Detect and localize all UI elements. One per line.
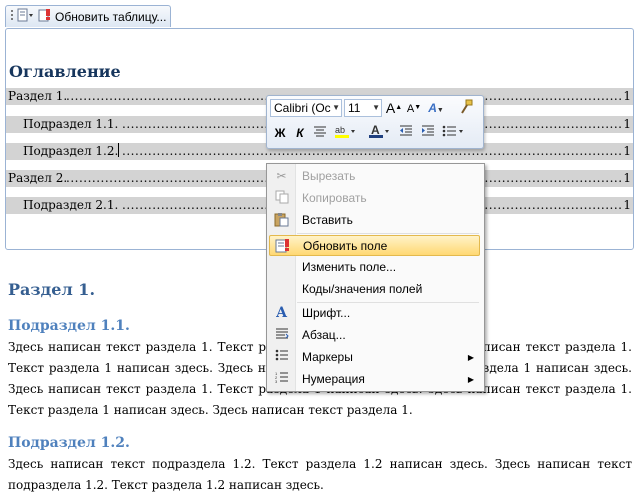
svg-text:A: A: [371, 123, 380, 137]
heading-section-1: Раздел 1.: [8, 280, 96, 299]
chevron-down-icon[interactable]: ▼: [372, 100, 380, 116]
mini-toolbar: Calibri (Ос ▼ 11 ▼ A▲ A▼ A▼ Ж К ab A: [266, 95, 484, 149]
menu-item-edit-field[interactable]: Изменить поле...: [269, 257, 480, 278]
toc-title: Оглавление: [9, 62, 121, 81]
styles-button[interactable]: A▼: [427, 99, 445, 117]
font-color-icon[interactable]: A: [366, 123, 392, 143]
italic-button[interactable]: К: [290, 123, 310, 143]
increase-indent-icon[interactable]: [418, 123, 438, 143]
menu-item-toggle-field-codes[interactable]: Коды/значения полей: [269, 279, 480, 300]
menu-item-font[interactable]: A Шрифт...: [269, 303, 480, 324]
bold-button[interactable]: Ж: [270, 123, 290, 143]
highlight-color-icon[interactable]: ab: [332, 123, 358, 143]
bullets-icon[interactable]: [440, 123, 468, 143]
bullets-icon: [273, 349, 290, 366]
menu-item-update-field[interactable]: Обновить поле: [269, 235, 480, 256]
font-size-combobox[interactable]: 11 ▼: [344, 99, 382, 117]
paragraph-icon: [273, 327, 290, 344]
menu-item-numbering[interactable]: 123 Нумерация ▶: [269, 369, 480, 390]
menu-item-cut[interactable]: ✂ Вырезать: [269, 166, 480, 187]
heading-subsection-1-2: Подраздел 1.2.: [8, 435, 130, 451]
menu-item-bullets[interactable]: Маркеры ▶: [269, 347, 480, 368]
menu-separator: [297, 233, 479, 234]
paste-icon: [273, 212, 290, 229]
paragraph-subsection-1-2: Здесь написан текст подраздела 1.2. Текс…: [8, 457, 632, 492]
font-name-combobox[interactable]: Calibri (Ос ▼: [270, 99, 342, 117]
drag-handle-icon[interactable]: [10, 9, 14, 24]
menu-item-copy[interactable]: Копировать: [269, 188, 480, 209]
grow-font-button[interactable]: A▲: [385, 99, 403, 117]
decrease-indent-icon[interactable]: [396, 123, 416, 143]
update-field-icon: [274, 238, 291, 255]
heading-subsection-1-1: Подраздел 1.1.: [8, 318, 130, 334]
context-menu: ✂ Вырезать Копировать Вставить Обновить …: [266, 163, 485, 392]
document-menu-icon[interactable]: [17, 8, 35, 25]
center-align-icon[interactable]: [310, 123, 330, 143]
chevron-down-icon[interactable]: ▼: [332, 100, 340, 116]
menu-item-paste[interactable]: Вставить: [269, 210, 480, 231]
submenu-arrow-icon: ▶: [467, 375, 474, 384]
numbering-icon: 123: [273, 371, 290, 388]
update-table-icon[interactable]: [38, 8, 52, 25]
text-cursor: [118, 143, 119, 157]
scissors-icon: ✂: [276, 169, 287, 183]
submenu-arrow-icon: ▶: [467, 353, 474, 362]
svg-text:ab: ab: [335, 125, 345, 135]
copy-icon: [273, 190, 290, 207]
svg-text:3: 3: [275, 379, 278, 383]
menu-item-paragraph[interactable]: Абзац...: [269, 325, 480, 346]
font-icon: A: [276, 305, 287, 321]
format-painter-icon[interactable]: [457, 99, 475, 117]
update-table-button[interactable]: Обновить таблицу...: [55, 10, 166, 24]
toc-control-tab[interactable]: Обновить таблицу...: [5, 5, 172, 27]
shrink-font-button[interactable]: A▼: [405, 99, 423, 117]
